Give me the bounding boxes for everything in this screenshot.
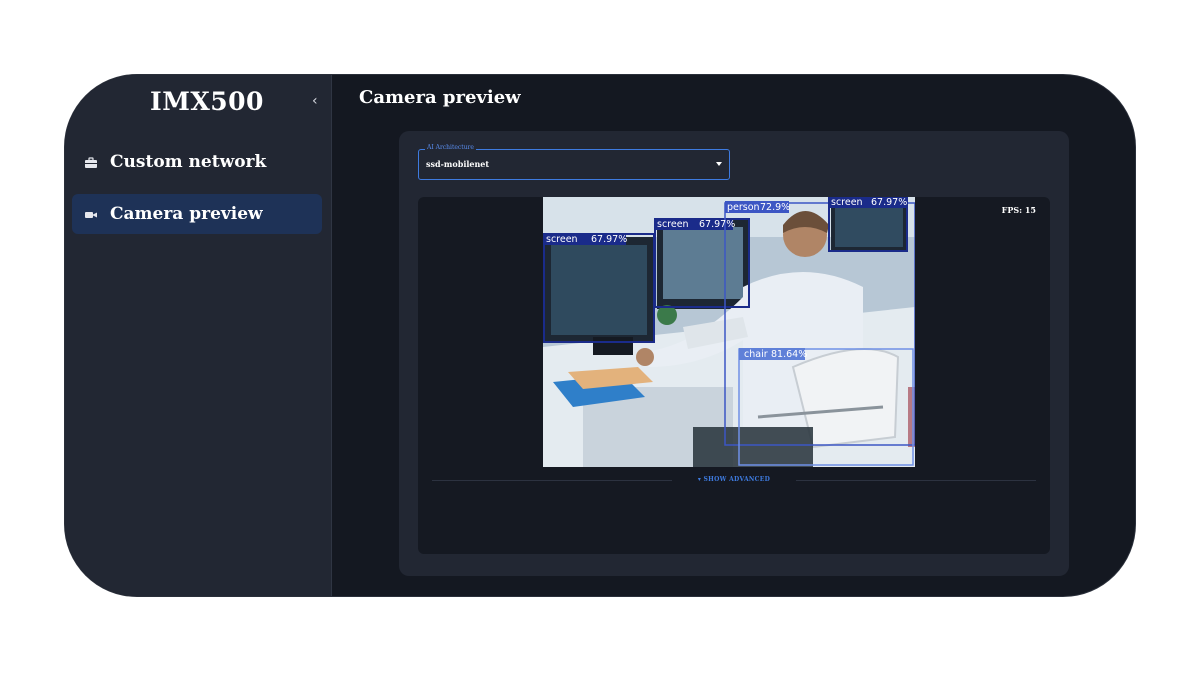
show-advanced-toggle[interactable]: ▾ SHOW ADVANCED [418, 476, 1050, 491]
preview-card: AI Architecture ssd-mobilenet FPS: 15 sc… [399, 131, 1069, 576]
camera-feed-image: screen 67.97% screen 67.97% person 72.9%… [543, 197, 915, 467]
detection-label: screen [657, 219, 689, 230]
detection-label: chair [744, 349, 768, 360]
ai-architecture-value: ssd-mobilenet [426, 159, 490, 169]
detection-score: 81.64% [771, 349, 807, 360]
detection-score: 67.97% [591, 234, 627, 245]
detection-label: person [727, 202, 760, 213]
ai-architecture-legend: AI Architecture [425, 144, 476, 151]
video-camera-icon [84, 207, 98, 221]
sidebar-item-label: Custom network [110, 152, 267, 172]
device-frame: IMX500 ‹ Custom network Camera preview C… [65, 75, 1135, 596]
detection-label: screen [831, 197, 863, 208]
detection-score: 72.9% [760, 202, 790, 213]
chevron-left-icon[interactable]: ‹ [312, 93, 318, 109]
sidebar-item-custom-network[interactable]: Custom network [72, 142, 322, 182]
app-title: IMX500 [150, 87, 264, 116]
show-advanced-text: SHOW ADVANCED [703, 476, 771, 483]
ai-architecture-select[interactable]: AI Architecture ssd-mobilenet [418, 144, 730, 180]
briefcase-icon [84, 155, 98, 169]
page-title: Camera preview [359, 87, 521, 108]
camera-preview-panel: FPS: 15 screen 67.97% screen 67.97% pers… [418, 197, 1050, 554]
detection-label: screen [546, 234, 578, 245]
caret-down-icon [716, 162, 722, 166]
sidebar-item-camera-preview[interactable]: Camera preview [72, 194, 322, 234]
sidebar-item-label: Camera preview [110, 204, 263, 224]
fps-counter: FPS: 15 [1001, 205, 1036, 215]
detection-score: 67.97% [699, 219, 735, 230]
sidebar: IMX500 ‹ Custom network Camera preview [65, 75, 332, 596]
show-advanced-label[interactable]: ▾ SHOW ADVANCED [418, 476, 1050, 483]
camera-feed: screen 67.97% screen 67.97% person 72.9%… [543, 197, 915, 467]
detection-score: 67.97% [871, 197, 907, 208]
